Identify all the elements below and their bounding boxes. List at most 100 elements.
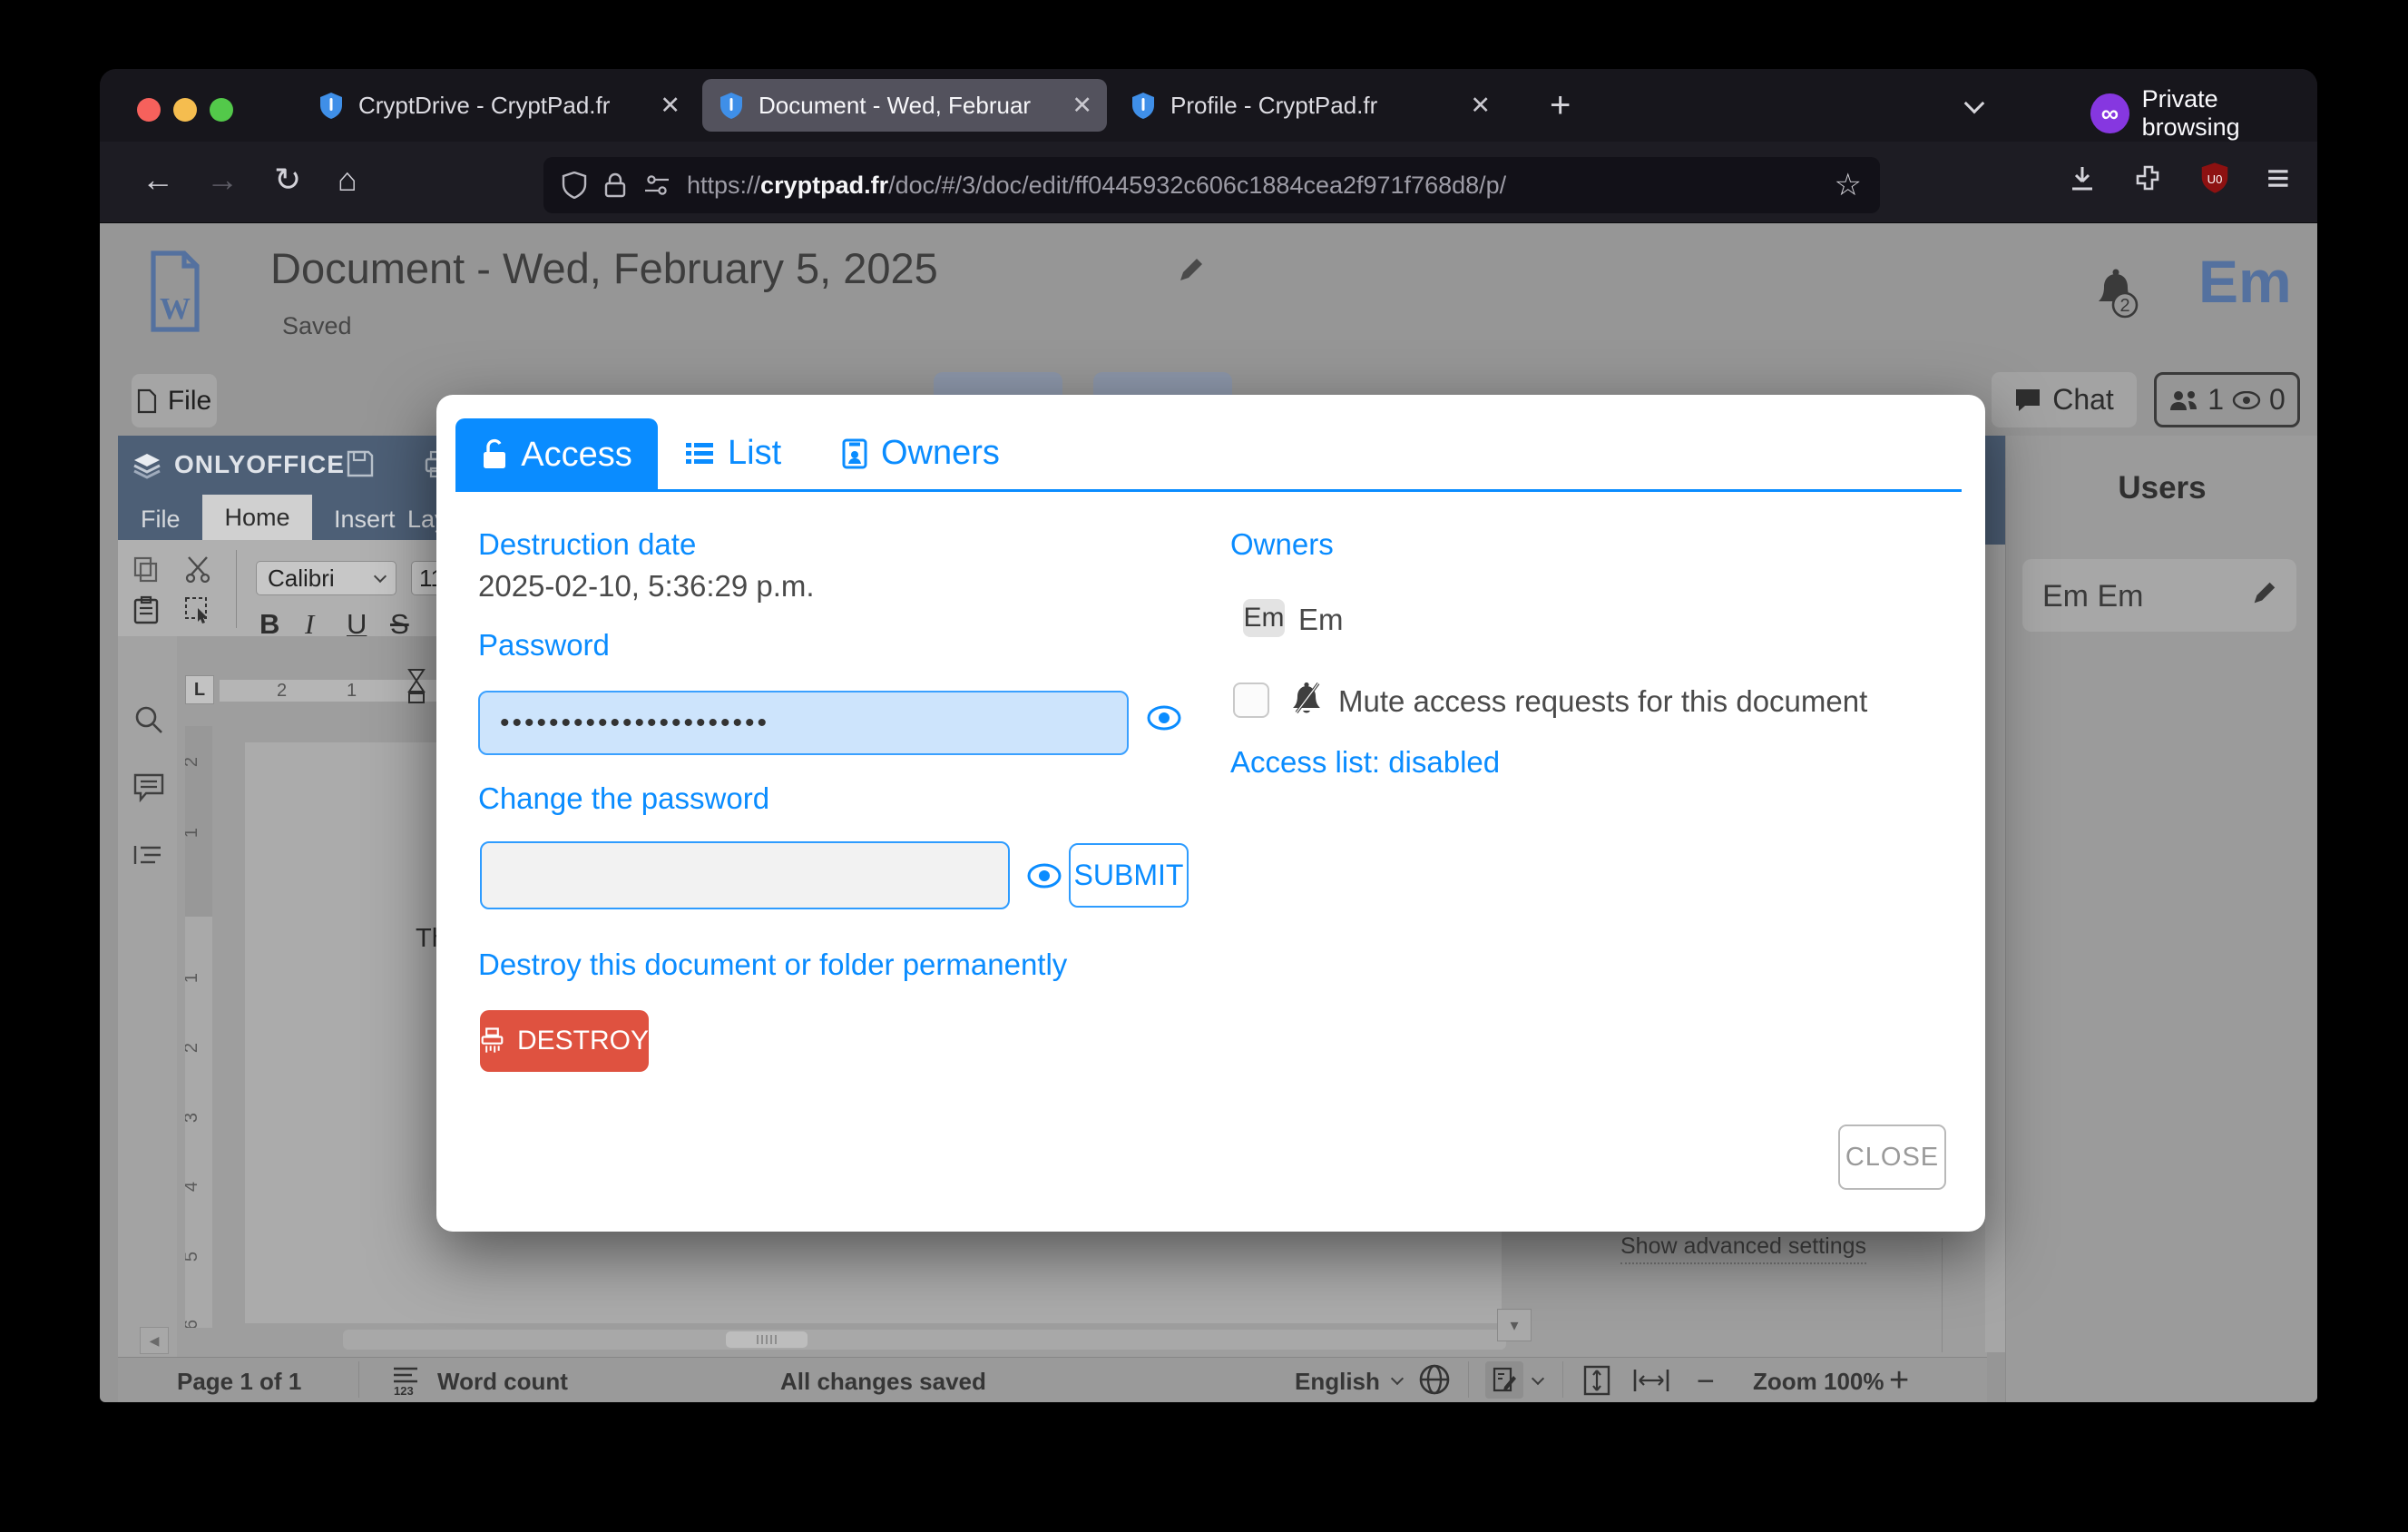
tab-close-icon[interactable]: ✕ — [1470, 93, 1491, 118]
tracking-shield-icon[interactable] — [562, 172, 587, 199]
indent-marker-icon[interactable] — [406, 668, 426, 706]
modal-tab-underline — [455, 489, 1962, 492]
users-panel-title: Users — [2006, 470, 2317, 506]
forward-button[interactable]: → — [206, 163, 239, 196]
avatar[interactable]: Em — [2198, 247, 2292, 316]
tab-document[interactable]: Document - Wed, February 5, 20 ✕ — [702, 79, 1107, 132]
scrollbar-thumb[interactable] — [726, 1331, 808, 1348]
modal-tab-label: Owners — [881, 434, 1000, 473]
traffic-zoom-button[interactable] — [210, 98, 233, 122]
cryptpad-favicon-icon — [717, 91, 746, 120]
edit-mode-button[interactable] — [1485, 1361, 1523, 1399]
list-icon — [684, 440, 715, 467]
reveal-password-eye-icon[interactable] — [1146, 705, 1182, 731]
fit-page-icon[interactable] — [1581, 1364, 1613, 1397]
file-menu-button[interactable]: File — [132, 374, 217, 427]
oo-tab-insert[interactable]: Insert — [334, 506, 396, 534]
zoom-in-button[interactable]: + — [1889, 1361, 1909, 1400]
mute-requests-label: Mute access requests for this document — [1338, 684, 1867, 719]
notifications-bell-icon[interactable]: 2 — [2092, 269, 2139, 321]
oo-tab-file[interactable]: File — [141, 506, 181, 534]
reload-button[interactable]: ↻ — [274, 163, 301, 196]
show-advanced-settings-link[interactable]: Show advanced settings — [1620, 1233, 1866, 1264]
destroy-button[interactable]: DESTROY — [480, 1010, 649, 1072]
word-count-icon[interactable]: 123 — [390, 1364, 421, 1397]
new-tab-button[interactable]: + — [1550, 85, 1571, 126]
left-tool-strip — [118, 636, 177, 1357]
tab-title: Document - Wed, February 5, 20 — [759, 92, 1031, 120]
tab-stop-selector[interactable]: L — [185, 675, 214, 704]
tab-close-icon[interactable]: ✕ — [1072, 93, 1092, 118]
ublock-icon[interactable]: U0 — [2198, 160, 2232, 196]
save-icon[interactable] — [345, 448, 376, 479]
ruler-number: 1 — [185, 828, 202, 838]
ruler-number: 1 — [185, 973, 202, 983]
font-name-select[interactable]: Calibri — [256, 561, 396, 595]
panel-divider — [1942, 1238, 1943, 1352]
edit-user-pencil-icon[interactable] — [2249, 579, 2278, 608]
edit-title-pencil-icon[interactable] — [1175, 255, 1206, 286]
scroll-left-arrow[interactable]: ◀ — [140, 1327, 169, 1354]
word-count-button[interactable]: Word count — [437, 1368, 568, 1396]
statusbar-divider — [1562, 1361, 1563, 1398]
comments-icon[interactable] — [133, 773, 164, 802]
owner-name: Em — [1298, 603, 1344, 637]
search-icon[interactable] — [133, 704, 164, 735]
chat-button[interactable]: Chat — [1992, 372, 2137, 427]
permissions-icon[interactable] — [643, 172, 671, 199]
panel-collapse-arrow[interactable]: ▾ — [1497, 1309, 1532, 1341]
presence-button[interactable]: 1 0 — [2154, 372, 2300, 427]
save-status: Saved — [282, 312, 352, 340]
modal-tab-owners[interactable]: Owners — [841, 434, 1000, 473]
traffic-minimize-button[interactable] — [173, 98, 197, 122]
home-button[interactable]: ⌂ — [338, 163, 357, 196]
editors-count: 1 — [2207, 383, 2224, 417]
svg-text:U0: U0 — [2207, 172, 2223, 186]
oo-tab-home[interactable]: Home — [202, 495, 312, 540]
globe-icon[interactable] — [1417, 1362, 1452, 1397]
extensions-icon[interactable] — [2132, 162, 2165, 194]
document-type-icon: W — [148, 249, 202, 334]
ruler-number: 3 — [185, 1113, 202, 1123]
access-list-link[interactable]: Access list: disabled — [1230, 745, 1500, 780]
new-password-input[interactable] — [480, 841, 1010, 909]
lock-icon[interactable] — [603, 172, 627, 199]
select-all-icon[interactable] — [183, 595, 212, 624]
onlyoffice-brand: ONLYOFFICE — [174, 450, 345, 479]
horizontal-scrollbar[interactable] — [343, 1330, 1506, 1350]
password-label: Password — [478, 628, 610, 663]
modal-tab-list[interactable]: List — [684, 434, 781, 473]
ruler-number: 1 — [347, 681, 357, 702]
password-input[interactable]: •••••••••••••••••••••• — [478, 691, 1129, 755]
bookmark-star-icon[interactable]: ☆ — [1835, 167, 1862, 203]
language-select[interactable]: English — [1295, 1368, 1380, 1396]
menu-hamburger-icon[interactable]: ≡ — [2266, 156, 2290, 201]
font-name-value: Calibri — [268, 565, 367, 593]
chat-label: Chat — [2052, 383, 2114, 417]
navigation-headings-icon[interactable] — [133, 842, 164, 868]
url-bar[interactable]: https://cryptpad.fr/doc/#/3/doc/edit/ff0… — [543, 157, 1880, 213]
reveal-new-password-eye-icon[interactable] — [1026, 863, 1062, 889]
close-button[interactable]: CLOSE — [1838, 1124, 1946, 1190]
tab-profile[interactable]: Profile - CryptPad.fr ✕ — [1114, 79, 1505, 132]
ruler-number: 4 — [185, 1182, 202, 1192]
modal-tab-access[interactable]: Access — [455, 418, 658, 491]
paste-icon[interactable] — [132, 595, 160, 624]
unlock-icon — [481, 438, 508, 471]
tab-cryptdrive[interactable]: CryptDrive - CryptPad.fr ✕ — [302, 79, 695, 132]
tab-list-chevron-icon[interactable] — [1967, 96, 1982, 115]
destruction-date-value: 2025-02-10, 5:36:29 p.m. — [478, 569, 815, 604]
fit-width-icon[interactable] — [1631, 1366, 1671, 1395]
tab-close-icon[interactable]: ✕ — [660, 93, 680, 118]
download-icon[interactable] — [2065, 162, 2100, 196]
zoom-out-button[interactable]: − — [1697, 1364, 1715, 1399]
back-button[interactable]: ← — [142, 163, 174, 196]
destroy-button-label: DESTROY — [517, 1026, 649, 1056]
bell-slash-icon — [1287, 682, 1326, 716]
traffic-close-button[interactable] — [137, 98, 161, 122]
mute-requests-checkbox[interactable] — [1233, 683, 1269, 718]
submit-button[interactable]: SUBMIT — [1069, 843, 1189, 908]
cut-icon[interactable] — [183, 555, 212, 583]
browser-window: CryptDrive - CryptPad.fr ✕ Document - We… — [100, 69, 2317, 1402]
copy-icon[interactable] — [132, 555, 160, 583]
